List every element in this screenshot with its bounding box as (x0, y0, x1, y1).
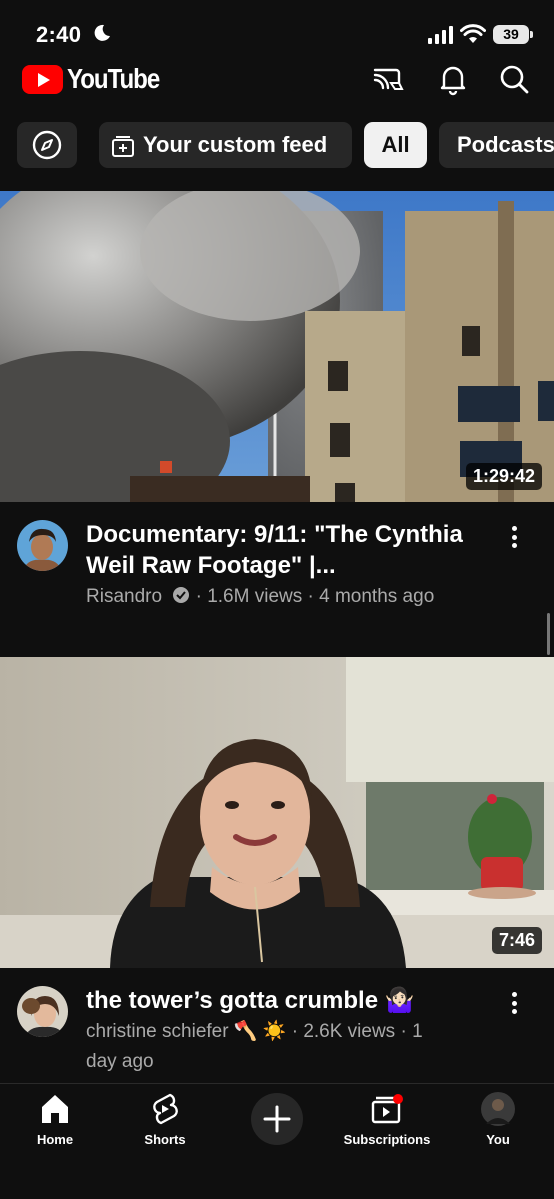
video-duration: 1:29:42 (465, 463, 542, 490)
moon-icon (94, 24, 110, 41)
chip-label: Podcasts (457, 132, 554, 157)
video-stats: · 1.6M views · 4 months ago (195, 586, 435, 607)
video-meta-line: day ago (86, 1051, 154, 1072)
verified-badge-icon (173, 587, 190, 603)
bottom-navigation-bar: Home Shorts Subscriptions You (0, 1083, 554, 1199)
video-meta: christine schiefer 🪓 ☀️ · 2.6K views · 1… (86, 1017, 486, 1077)
chip-label: Your custom feed (143, 132, 328, 157)
video-title[interactable]: Documentary: 9/11: "The Cynthia Weil Raw… (86, 519, 486, 581)
custom-feed-icon (112, 136, 134, 157)
video-thumbnail[interactable]: 7:46 (0, 657, 554, 968)
nav-shorts[interactable]: Shorts (110, 1092, 220, 1152)
filter-chips-bar: Your custom feed All Podcasts (17, 122, 554, 168)
chip-label: All (381, 132, 410, 157)
chip-your-custom-feed[interactable]: Your custom feed (99, 122, 352, 168)
nav-label: You (486, 1132, 510, 1147)
profile-avatar-icon (481, 1092, 515, 1126)
youtube-play-icon (22, 64, 63, 94)
video-thumbnail[interactable]: 1:29:42 (0, 191, 554, 502)
youtube-wordmark: YouTube (67, 63, 160, 94)
nav-label: Subscriptions (343, 1132, 431, 1147)
video-meta: Risandro · 1.6M views · 4 months ago (86, 582, 434, 612)
nav-label: Shorts (144, 1132, 186, 1147)
video-meta-line: christine schiefer 🪓 ☀️ · 2.6K views · 1 (86, 1021, 423, 1042)
scroll-indicator[interactable] (547, 613, 550, 655)
status-time: 2:40 (36, 22, 82, 47)
video-more-options-button[interactable] (505, 522, 523, 552)
create-button[interactable] (251, 1093, 303, 1145)
shorts-icon (153, 1093, 178, 1125)
video-title[interactable]: the tower’s gotta crumble 🤷🏻‍♀️ (86, 985, 486, 1016)
channel-avatar[interactable] (17, 520, 68, 571)
cellular-signal-icon (428, 26, 453, 44)
explore-chip[interactable] (17, 122, 77, 168)
subscriptions-icon (371, 1094, 403, 1124)
nav-home[interactable]: Home (0, 1092, 110, 1152)
battery-indicator: 39 (493, 25, 533, 44)
nav-subscriptions[interactable]: Subscriptions (332, 1092, 442, 1152)
nav-you[interactable]: You (443, 1092, 553, 1152)
notifications-bell-icon[interactable] (436, 62, 470, 96)
thumbnail-image (0, 191, 554, 502)
cast-connect-icon[interactable] (371, 62, 405, 96)
plus-icon (263, 1105, 291, 1133)
channel-avatar[interactable] (17, 986, 68, 1037)
chip-all[interactable]: All (364, 122, 427, 168)
status-bar: 2:40 39 (0, 0, 554, 56)
youtube-logo[interactable]: YouTube (22, 62, 174, 96)
thumbnail-image (0, 657, 554, 968)
video-duration: 7:46 (491, 927, 542, 954)
search-icon[interactable] (497, 62, 531, 96)
nav-label: Home (36, 1132, 74, 1147)
home-icon (42, 1095, 68, 1123)
channel-name[interactable]: Risandro (86, 586, 162, 607)
chip-podcasts[interactable]: Podcasts (439, 122, 554, 168)
compass-icon (32, 130, 62, 160)
video-more-options-button[interactable] (505, 988, 523, 1018)
wifi-icon (460, 24, 486, 43)
